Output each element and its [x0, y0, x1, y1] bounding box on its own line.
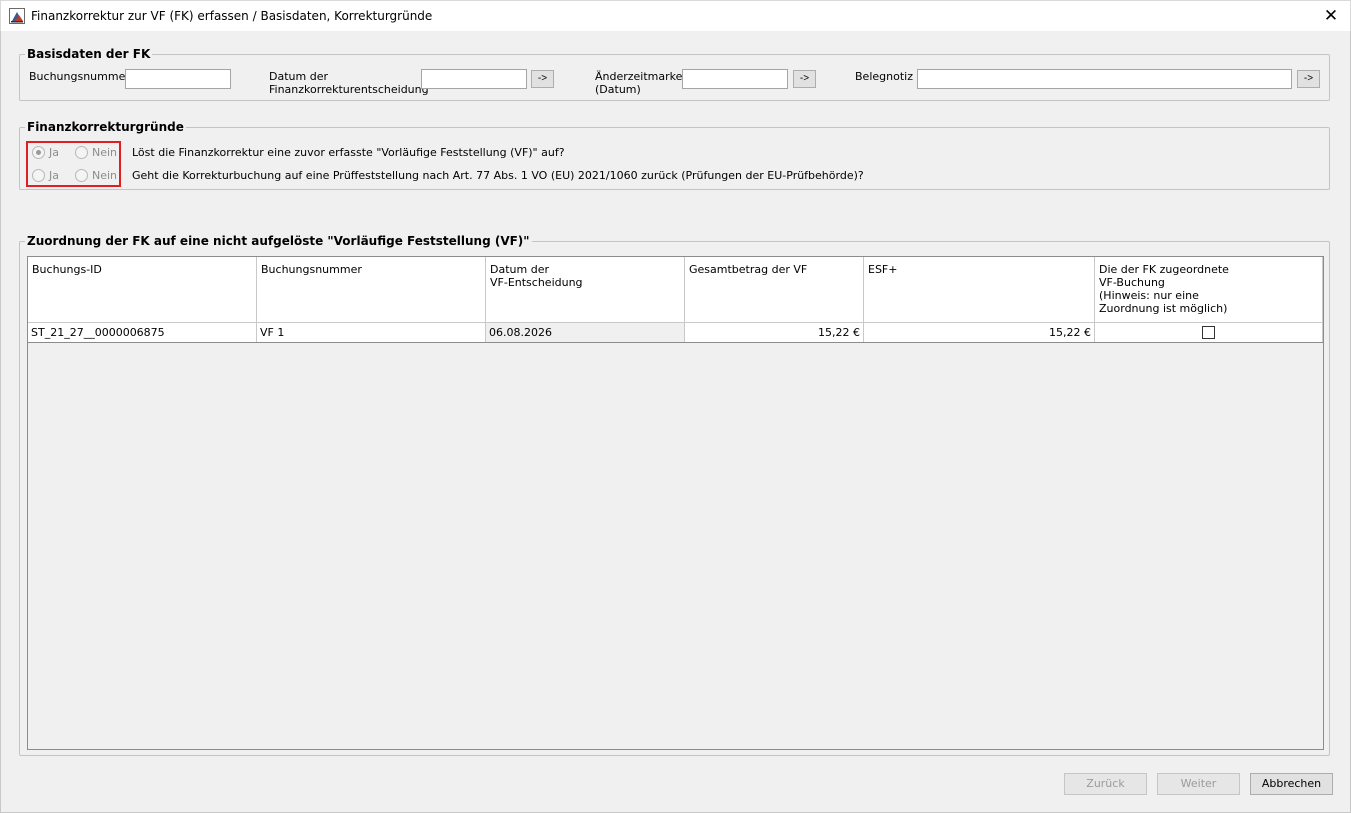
belegnotiz-label: Belegnotiz	[855, 70, 913, 83]
radio-circle	[32, 146, 45, 159]
buchungsnummer-label: Buchungsnummer	[29, 70, 130, 83]
q1-no-label: Nein	[92, 146, 118, 159]
radio-circle	[75, 146, 88, 159]
aenderzeitmarke-field[interactable]	[682, 69, 788, 89]
cell-gesamtbetrag[interactable]: 15,22 €	[685, 323, 864, 342]
table-row[interactable]: ST_21_27__0000006875 VF 1 06.08.2026 15,…	[28, 323, 1323, 343]
q2-text: Geht die Korrekturbuchung auf eine Prüff…	[132, 169, 864, 182]
q1-text: Löst die Finanzkorrektur eine zuvor erfa…	[132, 146, 565, 159]
datum-entscheidung-label: Datum der Finanzkorrekturentscheidung	[269, 70, 429, 96]
col-header-zugeordnet[interactable]: Die der FK zugeordnete VF-Buchung (Hinwe…	[1095, 257, 1323, 323]
cell-buchungsnummer[interactable]: VF 1	[257, 323, 486, 342]
col-header-datum[interactable]: Datum der VF-Entscheidung	[486, 257, 685, 323]
vf-table[interactable]: Buchungs-ID Buchungsnummer Datum der VF-…	[27, 256, 1324, 750]
radio-circle	[32, 169, 45, 182]
col-header-esf[interactable]: ESF+	[864, 257, 1095, 323]
col-header-buchungs-id[interactable]: Buchungs-ID	[28, 257, 257, 323]
radio-circle	[75, 169, 88, 182]
aenderzeitmarke-arrow-button[interactable]: ->	[793, 70, 816, 88]
col-header-gesamtbetrag[interactable]: Gesamtbetrag der VF	[685, 257, 864, 323]
q2-no-label: Nein	[92, 169, 118, 182]
q2-yes-radio[interactable]: Ja	[32, 169, 59, 182]
datum-arrow-button[interactable]: ->	[531, 70, 554, 88]
cell-buchungs-id[interactable]: ST_21_27__0000006875	[28, 323, 257, 342]
title-bar: Finanzkorrektur zur VF (FK) erfassen / B…	[0, 0, 1351, 31]
cell-esf[interactable]: 15,22 €	[864, 323, 1095, 342]
q2-yes-label: Ja	[49, 169, 59, 182]
cell-datum[interactable]: 06.08.2026	[486, 323, 685, 342]
datum-entscheidung-field[interactable]	[421, 69, 527, 89]
q1-yes-label: Ja	[49, 146, 59, 159]
zuordnung-checkbox[interactable]	[1202, 326, 1215, 339]
buchungsnummer-field[interactable]	[125, 69, 231, 89]
radio-dot	[36, 150, 41, 155]
cell-zugeordnet[interactable]	[1095, 323, 1323, 342]
cancel-button[interactable]: Abbrechen	[1250, 773, 1333, 795]
q1-yes-radio[interactable]: Ja	[32, 146, 59, 159]
zuordnung-group-title: Zuordnung der FK auf eine nicht aufgelös…	[25, 234, 532, 248]
table-header: Buchungs-ID Buchungsnummer Datum der VF-…	[28, 257, 1323, 323]
belegnotiz-arrow-button[interactable]: ->	[1297, 70, 1320, 88]
q2-no-radio[interactable]: Nein	[75, 169, 117, 182]
window-title: Finanzkorrektur zur VF (FK) erfassen / B…	[31, 9, 433, 23]
belegnotiz-field[interactable]	[917, 69, 1292, 89]
app-icon	[9, 8, 25, 24]
col-header-buchungsnummer[interactable]: Buchungsnummer	[257, 257, 486, 323]
close-icon[interactable]: ✕	[1320, 5, 1342, 27]
q1-no-radio[interactable]: Nein	[75, 146, 117, 159]
basisdaten-group-title: Basisdaten der FK	[25, 47, 153, 61]
finanzkorrekturgruende-group-title: Finanzkorrekturgründe	[25, 120, 186, 134]
next-button[interactable]: Weiter	[1157, 773, 1240, 795]
aenderzeitmarke-label: Änderzeitmarke (Datum)	[595, 70, 683, 96]
back-button[interactable]: Zurück	[1064, 773, 1147, 795]
